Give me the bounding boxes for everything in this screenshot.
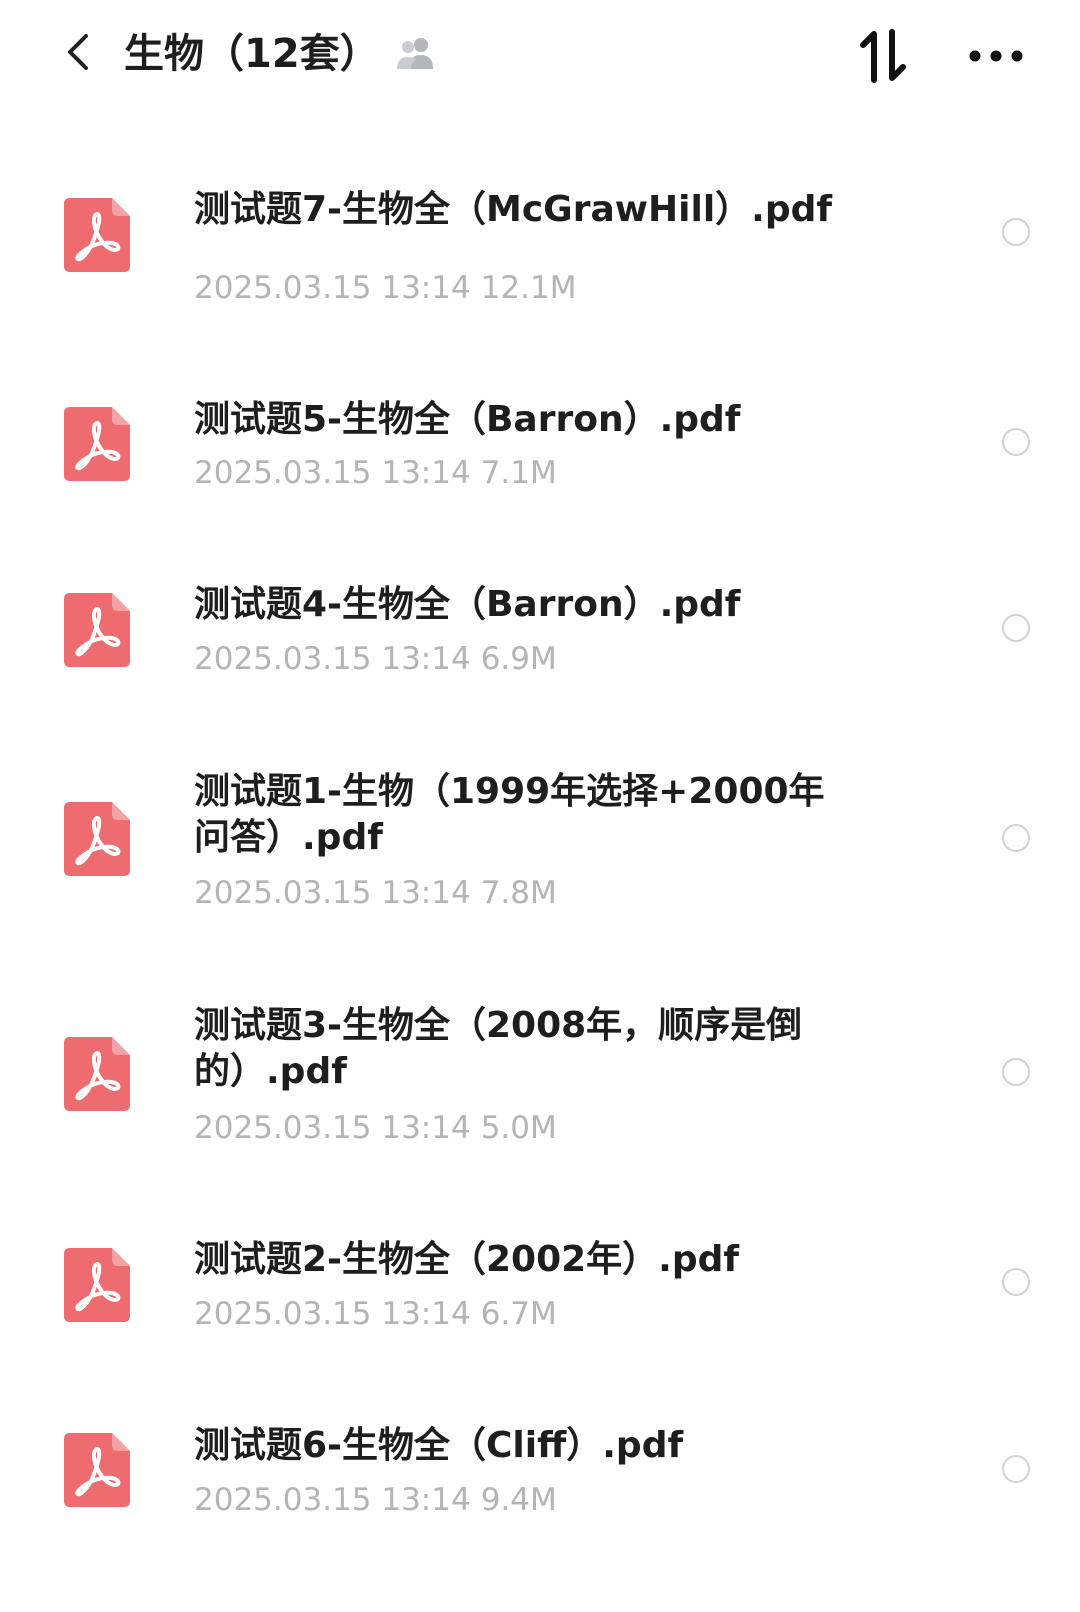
pdf-file-icon: [64, 1433, 130, 1507]
page-title: 生物（12套）: [124, 31, 380, 77]
file-date: 2025.03.15 13:14: [194, 1110, 471, 1146]
file-name-line: 测试题4-生物全（Barron）.pdf: [194, 584, 741, 625]
pdf-file-icon: [64, 198, 130, 272]
file-name-line: 测试题3-生物全（2008年，顺序是倒: [194, 1005, 803, 1046]
file-date: 2025.03.15 13:14: [194, 1482, 471, 1518]
top-bar: 生物（12套）: [0, 0, 1080, 110]
more-horizontal-icon[interactable]: [968, 44, 1024, 68]
pdf-file-icon: [64, 593, 130, 667]
file-date: 2025.03.15 13:14: [194, 1296, 471, 1332]
file-name-line: 测试题5-生物全（Barron）.pdf: [194, 399, 741, 440]
file-date: 2025.03.15 13:14: [194, 875, 471, 911]
file-name-line: 测试题7-生物全（McGrawHill）.pdf: [194, 189, 833, 230]
pdf-file-icon: [64, 802, 130, 876]
file-name: 测试题2-生物全（2002年）.pdf: [194, 1237, 884, 1283]
select-checkbox[interactable]: [1002, 1455, 1030, 1483]
file-size: 6.7M: [480, 1296, 557, 1332]
select-checkbox[interactable]: [1002, 218, 1030, 246]
file-size: 5.0M: [480, 1110, 557, 1146]
file-date: 2025.03.15 13:14: [194, 270, 471, 306]
select-checkbox[interactable]: [1002, 1268, 1030, 1296]
file-size: 9.4M: [480, 1482, 557, 1518]
pdf-file-icon: [64, 1248, 130, 1322]
file-name-line: 测试题1-生物（1999年选择+2000年: [194, 771, 825, 812]
file-size: 7.1M: [480, 455, 557, 491]
file-name-line: 测试题6-生物全（Cliff）.pdf: [194, 1425, 684, 1466]
file-meta: 2025.03.15 13:14 7.1M: [194, 453, 557, 493]
file-name-line: 测试题2-生物全（2002年）.pdf: [194, 1239, 740, 1280]
file-name: 测试题5-生物全（Barron）.pdf: [194, 397, 884, 443]
select-checkbox[interactable]: [1002, 1058, 1030, 1086]
file-name-line: 问答）.pdf: [194, 817, 383, 858]
select-checkbox[interactable]: [1002, 614, 1030, 642]
file-meta: 2025.03.15 13:14 12.1M: [194, 268, 576, 308]
sort-arrows-icon[interactable]: [858, 28, 908, 84]
select-checkbox[interactable]: [1002, 824, 1030, 852]
file-meta: 2025.03.15 13:14 6.9M: [194, 639, 557, 679]
file-name: 测试题3-生物全（2008年，顺序是倒 的）.pdf: [194, 1003, 884, 1095]
file-size: 12.1M: [480, 270, 577, 306]
file-name: 测试题1-生物（1999年选择+2000年 问答）.pdf: [194, 769, 884, 861]
select-checkbox[interactable]: [1002, 428, 1030, 456]
people-icon: [397, 38, 433, 69]
file-date: 2025.03.15 13:14: [194, 641, 471, 677]
file-date: 2025.03.15 13:14: [194, 455, 471, 491]
file-meta: 2025.03.15 13:14 9.4M: [194, 1480, 557, 1520]
file-name-line: 的）.pdf: [194, 1051, 347, 1092]
file-size: 6.9M: [480, 641, 557, 677]
file-name: 测试题4-生物全（Barron）.pdf: [194, 582, 884, 628]
file-meta: 2025.03.15 13:14 7.8M: [194, 873, 557, 913]
file-meta: 2025.03.15 13:14 5.0M: [194, 1108, 557, 1148]
pdf-file-icon: [64, 407, 130, 481]
file-name: 测试题6-生物全（Cliff）.pdf: [194, 1423, 884, 1469]
file-name: 测试题7-生物全（McGrawHill）.pdf: [194, 187, 884, 233]
pdf-file-icon: [64, 1037, 130, 1111]
chevron-left-icon[interactable]: [60, 32, 96, 72]
file-meta: 2025.03.15 13:14 6.7M: [194, 1294, 557, 1334]
file-size: 7.8M: [480, 875, 557, 911]
